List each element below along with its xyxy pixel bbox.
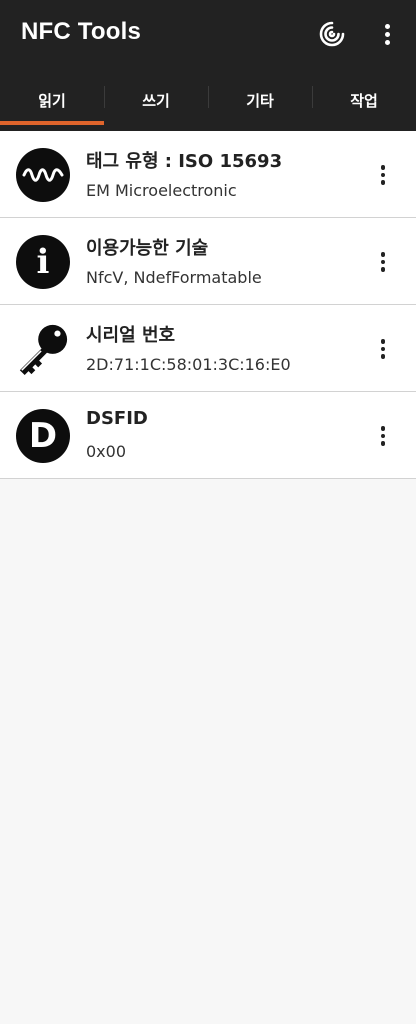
nfc-icon	[319, 21, 345, 47]
tab-read[interactable]: 읽기	[0, 72, 104, 131]
item-more-button[interactable]	[368, 246, 398, 278]
item-subtitle: 0x00	[86, 442, 127, 461]
item-title: 이용가능한 기술	[86, 238, 209, 259]
list-item-technologies[interactable]: i 이용가능한 기술 NfcV, NdefFormatable	[0, 218, 416, 305]
item-title: 시리얼 번호	[86, 325, 176, 346]
list-item-dsfid[interactable]: D DSFID 0x00	[0, 392, 416, 479]
item-title: DSFID	[86, 408, 148, 429]
tab-bar: 읽기 쓰기 기타 작업	[0, 72, 416, 131]
more-vert-icon	[380, 339, 386, 359]
key-icon	[19, 324, 68, 376]
info-icon: i	[16, 235, 70, 289]
wave-icon	[16, 148, 70, 202]
nfc-button[interactable]	[312, 14, 352, 54]
overflow-menu-button[interactable]	[367, 14, 407, 54]
dsfid-icon: D	[16, 409, 70, 463]
tag-info-list: 태그 유형 : ISO 15693 EM Microelectronic i 이…	[0, 131, 416, 479]
item-subtitle: NfcV, NdefFormatable	[86, 268, 262, 287]
item-more-button[interactable]	[368, 420, 398, 452]
item-more-button[interactable]	[368, 159, 398, 191]
more-vert-icon	[380, 426, 386, 446]
tab-other[interactable]: 기타	[208, 72, 312, 131]
more-vert-icon	[380, 165, 386, 185]
item-title: 태그 유형 : ISO 15693	[86, 151, 283, 172]
tab-write[interactable]: 쓰기	[104, 72, 208, 131]
app-bar: NFC Tools 읽기 쓰기 기타 작업	[0, 0, 416, 131]
list-item-tag-type[interactable]: 태그 유형 : ISO 15693 EM Microelectronic	[0, 131, 416, 218]
more-vert-icon	[380, 252, 386, 272]
app-title: NFC Tools	[21, 18, 142, 45]
item-subtitle: 2D:71:1C:58:01:3C:16:E0	[86, 355, 291, 374]
item-subtitle: EM Microelectronic	[86, 181, 237, 200]
item-more-button[interactable]	[368, 333, 398, 365]
list-item-serial-number[interactable]: 시리얼 번호 2D:71:1C:58:01:3C:16:E0	[0, 305, 416, 392]
tab-tasks[interactable]: 작업	[312, 72, 416, 131]
more-vert-icon	[384, 23, 390, 45]
